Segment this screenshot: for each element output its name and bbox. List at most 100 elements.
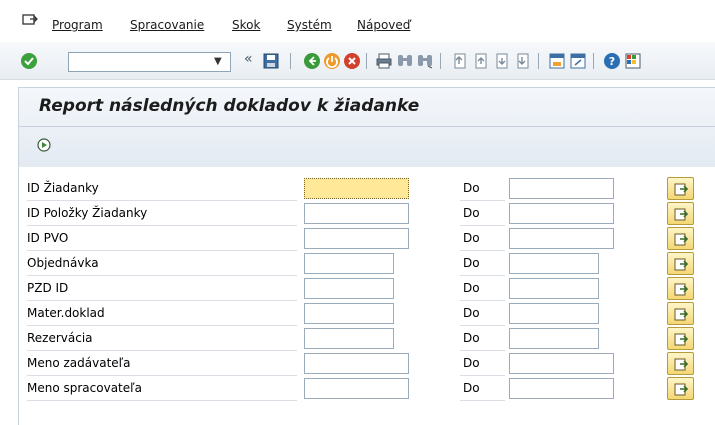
field-label: ID PVO <box>27 231 69 245</box>
selection-row-rezervacia: Rezervácia Do <box>19 326 715 351</box>
multiple-selection-icon <box>674 208 689 221</box>
field-label: Objednávka <box>27 256 99 270</box>
from-field[interactable] <box>304 228 409 249</box>
multiple-selection-button[interactable] <box>667 352 694 375</box>
selection-row-meno-zadavatela: Meno zadávateľa Do <box>19 351 715 376</box>
find-icon[interactable] <box>396 52 414 70</box>
multiple-selection-button[interactable] <box>667 252 694 275</box>
last-page-icon[interactable] <box>513 52 531 70</box>
selection-row-id-pvo: ID PVO Do <box>19 226 715 251</box>
from-field[interactable] <box>304 253 394 274</box>
next-page-icon[interactable] <box>492 52 510 70</box>
selection-screen: ID Žiadanky Do ID Položky Žiadanky Do ID… <box>18 167 715 425</box>
from-field[interactable] <box>304 328 394 349</box>
to-field[interactable] <box>509 278 599 299</box>
multiple-selection-button[interactable] <box>667 177 694 200</box>
menu-program[interactable]: Program <box>52 18 103 32</box>
multiple-selection-button[interactable] <box>667 277 694 300</box>
multiple-selection-button[interactable] <box>667 327 694 350</box>
multiple-selection-button[interactable] <box>667 227 694 250</box>
find-next-icon[interactable] <box>416 52 434 70</box>
menu-napoved[interactable]: Nápoveď <box>357 18 410 32</box>
to-field[interactable] <box>509 328 599 349</box>
selection-row-pzd-id: PZD ID Do <box>19 276 715 301</box>
save-icon[interactable] <box>262 52 280 70</box>
title-divider <box>19 126 715 127</box>
back-icon[interactable] <box>303 52 321 70</box>
from-field[interactable] <box>304 278 394 299</box>
to-field[interactable] <box>509 303 599 324</box>
to-label: Do <box>463 181 480 195</box>
to-field[interactable] <box>509 203 614 224</box>
multiple-selection-icon <box>674 183 689 196</box>
svg-text:?: ? <box>609 55 615 68</box>
enter-check-icon[interactable] <box>20 52 38 70</box>
toolbar-separator <box>538 53 539 69</box>
print-icon[interactable] <box>375 52 393 70</box>
previous-page-icon[interactable] <box>471 52 489 70</box>
to-label: Do <box>463 256 480 270</box>
selection-row-objednavka: Objednávka Do <box>19 251 715 276</box>
back-double-arrow-icon[interactable]: « <box>244 51 262 69</box>
first-page-icon[interactable] <box>450 52 468 70</box>
menu-bar: Program Spracovanie Skok Systém Nápoveď <box>0 0 715 42</box>
to-label: Do <box>463 206 480 220</box>
multiple-selection-icon <box>674 233 689 246</box>
toolbar-separator <box>366 53 367 69</box>
menu-skok[interactable]: Skok <box>232 18 260 32</box>
multiple-selection-icon <box>674 333 689 346</box>
to-label: Do <box>463 331 480 345</box>
selection-row-id-polozky-ziadanky: ID Položky Žiadanky Do <box>19 201 715 226</box>
exit-icon[interactable] <box>323 52 341 70</box>
multiple-selection-button[interactable] <box>667 377 694 400</box>
toolbar-separator <box>593 53 594 69</box>
title-panel: Report následných dokladov k žiadanke <box>18 87 715 167</box>
from-field[interactable] <box>304 353 409 374</box>
selection-row-id-ziadanky: ID Žiadanky Do <box>19 176 715 201</box>
screen-title: Report následných dokladov k žiadanke <box>39 96 420 116</box>
help-icon[interactable]: ? <box>603 52 621 70</box>
to-field[interactable] <box>509 353 614 374</box>
multiple-selection-icon <box>674 308 689 321</box>
standard-toolbar: ▼ « ? <box>0 42 715 80</box>
selection-row-mater-doklad: Mater.doklad Do <box>19 301 715 326</box>
to-field[interactable] <box>509 253 599 274</box>
cancel-icon[interactable] <box>343 52 361 70</box>
multiple-selection-button[interactable] <box>667 202 694 225</box>
to-field[interactable] <box>509 228 614 249</box>
from-field[interactable] <box>304 303 394 324</box>
to-field[interactable] <box>509 178 614 199</box>
to-label: Do <box>463 231 480 245</box>
shortcut-icon[interactable] <box>569 52 587 70</box>
from-field[interactable] <box>304 203 409 224</box>
execute-icon[interactable] <box>37 138 51 152</box>
menu-spracovanie[interactable]: Spracovanie <box>130 18 204 32</box>
field-label: ID Položky Žiadanky <box>27 206 148 220</box>
field-label: Meno spracovateľa <box>27 381 142 395</box>
field-label: Rezervácia <box>27 331 93 345</box>
multiple-selection-icon <box>674 358 689 371</box>
field-label: PZD ID <box>27 281 69 295</box>
to-label: Do <box>463 381 480 395</box>
from-field[interactable] <box>304 378 409 399</box>
field-label: ID Žiadanky <box>27 181 99 195</box>
multiple-selection-icon <box>674 258 689 271</box>
command-field[interactable] <box>68 52 231 72</box>
multiple-selection-icon <box>674 383 689 396</box>
to-label: Do <box>463 281 480 295</box>
to-field[interactable] <box>509 378 614 399</box>
from-field[interactable] <box>304 178 409 199</box>
create-session-icon[interactable] <box>548 52 566 70</box>
to-label: Do <box>463 356 480 370</box>
selection-row-meno-spracovatela: Meno spracovateľa Do <box>19 376 715 401</box>
layout-icon[interactable] <box>624 52 642 70</box>
field-label: Mater.doklad <box>27 306 105 320</box>
toolbar-separator <box>440 53 441 69</box>
row-divider <box>27 400 297 401</box>
menu-system[interactable]: Systém <box>287 18 332 32</box>
multiple-selection-icon <box>674 283 689 296</box>
menu-exit-icon[interactable] <box>22 14 38 28</box>
chevron-down-icon[interactable]: ▼ <box>214 56 222 67</box>
to-label: Do <box>463 306 480 320</box>
multiple-selection-button[interactable] <box>667 302 694 325</box>
